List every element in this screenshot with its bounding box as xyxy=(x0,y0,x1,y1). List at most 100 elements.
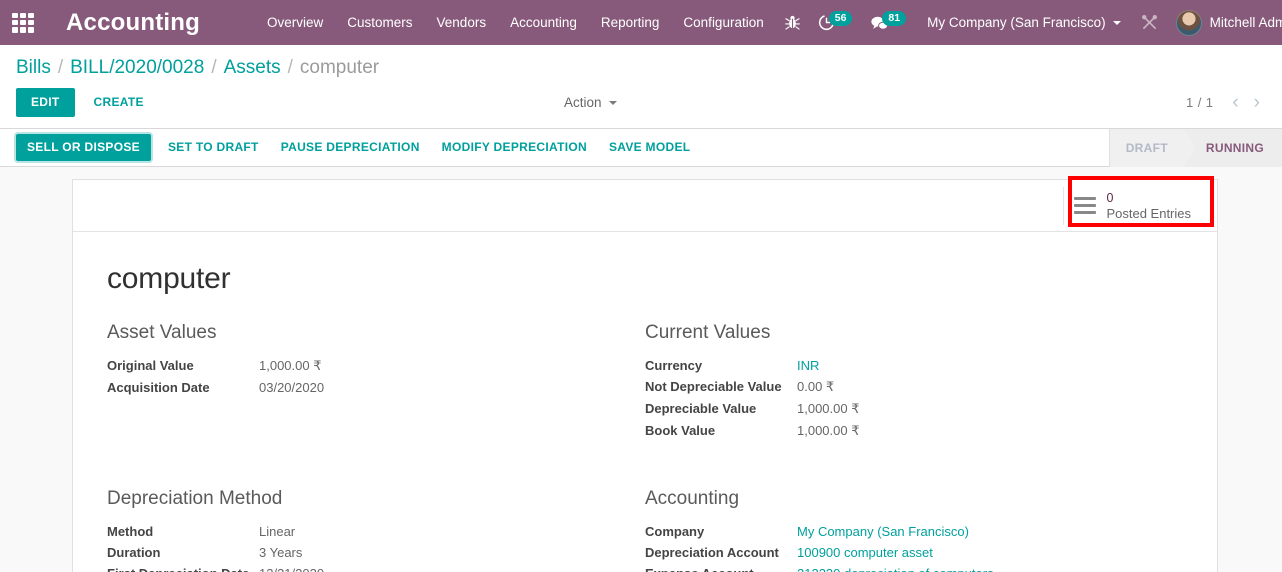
field-value-link[interactable]: 100900 computer asset xyxy=(797,545,933,560)
field-currency: Currency INR xyxy=(645,355,1157,376)
stat-button-box: 0 Posted Entries xyxy=(73,180,1217,232)
menu-item-vendors[interactable]: Vendors xyxy=(425,0,499,45)
group-current-values: Current Values Currency INR Not Deprecia… xyxy=(645,322,1183,442)
create-button[interactable]: CREATE xyxy=(81,88,157,117)
edit-button[interactable]: EDIT xyxy=(16,88,75,117)
menu-item-configuration[interactable]: Configuration xyxy=(671,0,775,45)
breadcrumb: Bills / BILL/2020/0028 / Assets / comput… xyxy=(16,57,379,79)
statusbar-row: SELL OR DISPOSE SET TO DRAFT PAUSE DEPRE… xyxy=(0,128,1282,167)
messages-menu[interactable]: 81 xyxy=(861,0,915,45)
pager: 1 / 1 ‹ › xyxy=(1186,93,1266,112)
form-groups-bottom: Depreciation Method Method Linear Durati… xyxy=(107,488,1183,572)
field-label: Company xyxy=(645,524,705,539)
field-first-depreciation-date: First Depreciation Date 12/31/2020 xyxy=(107,563,619,572)
field-original-value: Original Value 1,000.00 ₹ xyxy=(107,355,619,377)
user-name: Mitchell Admin (antony) xyxy=(1209,15,1282,30)
bug-icon[interactable] xyxy=(776,0,809,45)
posted-entries-label: Posted Entries xyxy=(1106,205,1191,221)
set-to-draft-button[interactable]: SET TO DRAFT xyxy=(157,134,270,161)
field-label: Acquisition Date xyxy=(107,380,210,395)
sell-or-dispose-button[interactable]: SELL OR DISPOSE xyxy=(16,134,151,161)
field-label: Not Depreciable Value xyxy=(645,379,782,394)
control-panel: Bills / BILL/2020/0028 / Assets / comput… xyxy=(0,45,1282,129)
field-label: Depreciable Value xyxy=(645,401,757,416)
top-navbar: Accounting Overview Customers Vendors Ac… xyxy=(0,0,1282,45)
chevron-down-icon xyxy=(608,100,617,105)
breadcrumb-item-current: computer xyxy=(299,57,380,78)
status-step-running[interactable]: RUNNING xyxy=(1183,128,1282,167)
group-title-depreciation-method: Depreciation Method xyxy=(107,488,283,509)
app-brand-title: Accounting xyxy=(66,8,200,36)
field-label: Duration xyxy=(107,545,161,560)
field-not-depreciable-value: Not Depreciable Value 0.00 ₹ xyxy=(645,376,1157,398)
field-value: Linear xyxy=(259,524,296,539)
status-step-draft[interactable]: DRAFT xyxy=(1109,128,1196,167)
chevron-down-icon xyxy=(1112,20,1121,25)
field-expense-account: Expense Account 212230 depreciation of c… xyxy=(645,563,1157,572)
record-title: computer xyxy=(107,262,231,295)
field-label: Method xyxy=(107,524,154,539)
stat-button-text: 0 Posted Entries xyxy=(1106,191,1191,221)
field-acquisition-date: Acquisition Date 03/20/2020 xyxy=(107,377,619,398)
menu-item-reporting[interactable]: Reporting xyxy=(589,0,672,45)
activities-badge: 56 xyxy=(828,10,853,26)
field-label: Expense Account xyxy=(645,566,797,572)
breadcrumb-item-assets[interactable]: Assets xyxy=(224,57,281,79)
status-steps: DRAFT RUNNING xyxy=(1108,128,1282,167)
action-dropdown[interactable]: Action xyxy=(564,95,617,110)
menu-item-overview[interactable]: Overview xyxy=(255,0,335,45)
pause-depreciation-button[interactable]: PAUSE DEPRECIATION xyxy=(270,134,431,161)
breadcrumb-separator: / xyxy=(211,57,217,78)
group-title-accounting: Accounting xyxy=(645,488,740,509)
group-title-asset-values: Asset Values xyxy=(107,322,217,343)
field-value: 1,000.00 ₹ xyxy=(259,358,322,373)
main-menu: Overview Customers Vendors Accounting Re… xyxy=(255,0,776,45)
sheet-body: computer Asset Values Original Value 1,0… xyxy=(73,232,1217,572)
navbar-right-tools: 56 81 My Company (San Francisco) Mitchel… xyxy=(776,0,1282,45)
messages-badge: 81 xyxy=(882,10,907,26)
apps-grid-icon[interactable] xyxy=(8,8,38,38)
field-duration: Duration 3 Years xyxy=(107,542,619,563)
action-dropdown-label: Action xyxy=(564,95,602,110)
field-value: 1,000.00 ₹ xyxy=(797,401,860,416)
bars-icon xyxy=(1074,196,1097,215)
menu-item-customers[interactable]: Customers xyxy=(335,0,424,45)
menu-item-accounting[interactable]: Accounting xyxy=(498,0,589,45)
breadcrumb-separator: / xyxy=(57,57,64,78)
avatar xyxy=(1175,9,1202,36)
tools-icon[interactable] xyxy=(1129,14,1170,31)
breadcrumb-item-bill-number[interactable]: BILL/2020/0028 xyxy=(70,57,204,79)
field-value: 0.00 ₹ xyxy=(797,379,835,394)
pager-previous-icon[interactable]: ‹ xyxy=(1226,93,1244,112)
posted-entries-stat-button[interactable]: 0 Posted Entries xyxy=(1063,186,1203,225)
user-menu[interactable]: Mitchell Admin (antony) xyxy=(1170,9,1282,36)
save-model-button[interactable]: SAVE MODEL xyxy=(598,134,701,161)
company-name: My Company (San Francisco) xyxy=(927,15,1106,30)
group-depreciation-method: Depreciation Method Method Linear Durati… xyxy=(107,488,645,572)
form-sheet: 0 Posted Entries computer Asset Values O… xyxy=(72,179,1218,572)
field-company: Company My Company (San Francisco) xyxy=(645,521,1157,542)
pager-counter: 1 / 1 xyxy=(1186,95,1214,110)
field-value-link[interactable]: 212230 depreciation of computers xyxy=(797,566,994,572)
breadcrumb-item-bills[interactable]: Bills xyxy=(16,57,51,79)
field-value-link[interactable]: INR xyxy=(797,358,819,373)
field-book-value: Book Value 1,000.00 ₹ xyxy=(645,420,1157,442)
company-switcher[interactable]: My Company (San Francisco) xyxy=(915,15,1129,30)
breadcrumb-separator: / xyxy=(287,57,293,78)
pager-next-icon[interactable]: › xyxy=(1248,93,1266,112)
field-label: Book Value xyxy=(645,423,716,438)
field-value: 12/31/2020 xyxy=(259,566,324,572)
form-groups-top: Asset Values Original Value 1,000.00 ₹ A… xyxy=(107,322,1183,442)
content-area: 0 Posted Entries computer Asset Values O… xyxy=(0,167,1282,572)
group-asset-values: Asset Values Original Value 1,000.00 ₹ A… xyxy=(107,322,645,442)
field-label: Currency xyxy=(645,358,703,373)
posted-entries-count: 0 xyxy=(1106,190,1114,205)
field-label: Depreciation Account xyxy=(645,545,779,560)
group-title-current-values: Current Values xyxy=(645,322,771,343)
group-accounting: Accounting Company My Company (San Franc… xyxy=(645,488,1183,572)
activities-menu[interactable]: 56 xyxy=(809,0,862,45)
field-value-link[interactable]: My Company (San Francisco) xyxy=(797,524,969,539)
field-value: 3 Years xyxy=(259,545,303,560)
modify-depreciation-button[interactable]: MODIFY DEPRECIATION xyxy=(431,134,598,161)
